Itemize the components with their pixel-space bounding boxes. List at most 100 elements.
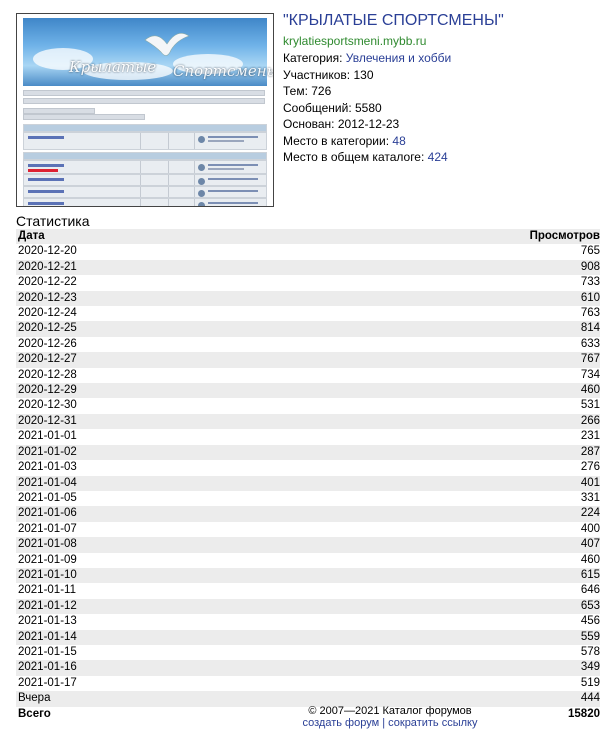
row-date: 2021-01-08 [16, 537, 288, 553]
row-date: 2020-12-23 [16, 290, 288, 307]
row-date: 2020-12-20 [16, 244, 288, 260]
row-views: 456 [287, 614, 600, 630]
page-footer: © 2007—2021 Каталог форумов создать фору… [270, 705, 510, 729]
row-views: 400 [287, 521, 600, 538]
table-row: 2021-01-01 231 [16, 429, 600, 445]
table-row: 2020-12-27 767 [16, 352, 600, 368]
row-views: 610 [287, 290, 600, 307]
forum-members: Участников: 130 [283, 67, 374, 82]
row-date: 2021-01-07 [16, 521, 288, 538]
row-date: 2021-01-17 [16, 675, 288, 692]
forum-rank-overall: Место в общем каталоге: 424 [283, 149, 593, 166]
table-row: 2020-12-25 814 [16, 321, 600, 337]
row-views: 407 [287, 537, 600, 553]
row-views: 287 [287, 444, 600, 461]
column-header-views: Просмотров [287, 229, 600, 245]
row-views: 578 [287, 644, 600, 661]
row-views: 266 [287, 413, 600, 430]
table-row: 2021-01-05 331 [16, 490, 600, 507]
row-date: 2021-01-12 [16, 598, 288, 615]
row-date: 2021-01-09 [16, 552, 288, 568]
row-date: 2020-12-22 [16, 275, 288, 291]
row-views: 653 [287, 598, 600, 615]
forum-title-link[interactable]: "КРЫЛАТЫЕ СПОРТСМЕНЫ" [283, 11, 593, 31]
table-row: 2020-12-26 633 [16, 336, 600, 353]
forum-screenshot-thumbnail[interactable]: Крылатые Спортсмены [16, 13, 274, 207]
row-views: 559 [287, 629, 600, 645]
table-row: 2020-12-29 460 [16, 383, 600, 399]
table-row: 2020-12-21 908 [16, 259, 600, 276]
row-date: 2021-01-03 [16, 460, 288, 476]
row-date: 2020-12-26 [16, 336, 288, 353]
row-date: 2021-01-01 [16, 429, 288, 445]
rank-overall-label: Место в общем каталоге: [283, 150, 428, 164]
stats-table: Дата Просмотров 2020-12-20 765 2020-12-21… [16, 229, 600, 722]
create-forum-link[interactable]: создать форум [303, 717, 380, 729]
shorten-link-link[interactable]: сократить ссылку [388, 717, 477, 729]
row-date: 2021-01-10 [16, 567, 288, 584]
row-date: 2021-01-16 [16, 660, 288, 676]
table-row: 2021-01-08 407 [16, 537, 600, 553]
table-row: 2021-01-14 559 [16, 629, 600, 645]
row-date: 2020-12-27 [16, 352, 288, 368]
row-views: 401 [287, 475, 600, 491]
row-date: 2021-01-06 [16, 506, 288, 522]
forum-banner-image: Крылатые Спортсмены [23, 18, 273, 86]
row-date: 2020-12-28 [16, 367, 288, 384]
row-date: 2021-01-15 [16, 644, 288, 661]
row-date: 2020-12-21 [16, 259, 288, 276]
table-row: 2021-01-03 276 [16, 460, 600, 476]
row-date: 2020-12-29 [16, 383, 288, 399]
row-views: 460 [287, 552, 600, 568]
row-views: 765 [287, 244, 600, 260]
total-label: Всего [16, 706, 288, 722]
row-views: 331 [287, 490, 600, 507]
row-views: 276 [287, 460, 600, 476]
table-row: 2021-01-06 224 [16, 506, 600, 522]
table-row: 2021-01-17 519 [16, 675, 600, 692]
row-views: 519 [287, 675, 600, 692]
row-views: 763 [287, 306, 600, 322]
table-row: 2020-12-24 763 [16, 306, 600, 322]
forum-domain-link[interactable]: krylatiesportsmeni.mybb.ru [283, 32, 593, 50]
row-views: 767 [287, 352, 600, 368]
category-label: Категория: [283, 51, 346, 65]
row-views: 231 [287, 429, 600, 445]
table-row: 2020-12-31 266 [16, 413, 600, 430]
copyright-text: © 2007—2021 Каталог форумов [308, 705, 472, 717]
forum-header: Крылатые Спортсмены "КРЫЛАТЫЕ СПОРТСМЕНЫ… [0, 0, 600, 210]
row-date: 2021-01-05 [16, 490, 288, 507]
table-row: 2021-01-02 287 [16, 444, 600, 461]
row-views: 224 [287, 506, 600, 522]
table-row: 2021-01-16 349 [16, 660, 600, 676]
row-views: 734 [287, 367, 600, 384]
row-views: 460 [287, 383, 600, 399]
row-views: 908 [287, 259, 600, 276]
table-row: 2021-01-13 456 [16, 614, 600, 630]
row-views: 349 [287, 660, 600, 676]
category-link[interactable]: Увлечения и хобби [346, 51, 451, 65]
yesterday-label: Вчера [16, 691, 288, 707]
stats-header-row: Дата Просмотров [16, 229, 600, 245]
forum-category: Категория: Увлечения и хобби [283, 50, 593, 67]
table-row: 2021-01-15 578 [16, 644, 600, 661]
table-row: 2020-12-20 765 [16, 244, 600, 260]
row-date: 2021-01-02 [16, 444, 288, 461]
column-header-date: Дата [16, 229, 288, 245]
rank-category-link[interactable]: 48 [392, 134, 405, 148]
row-date: 2020-12-30 [16, 398, 288, 414]
row-date: 2021-01-04 [16, 475, 288, 491]
row-date: 2021-01-13 [16, 614, 288, 630]
table-row: 2021-01-07 400 [16, 521, 600, 538]
footer-links: создать форум | сократить ссылку [270, 717, 510, 729]
rank-overall-link[interactable]: 424 [428, 150, 448, 164]
row-date: 2021-01-14 [16, 629, 288, 645]
row-date: 2020-12-24 [16, 306, 288, 322]
table-row: 2020-12-22 733 [16, 275, 600, 291]
forum-info: "КРЫЛАТЫЕ СПОРТСМЕНЫ" krylatiesportsmeni… [283, 11, 593, 166]
forum-posts: Сообщений: 5580 [283, 100, 382, 115]
rank-category-label: Место в категории: [283, 133, 393, 148]
forum-rank-category: Место в категории: 48 [283, 133, 593, 150]
row-views: 615 [287, 567, 600, 584]
forum-topics: Тем: 726 [283, 84, 332, 98]
